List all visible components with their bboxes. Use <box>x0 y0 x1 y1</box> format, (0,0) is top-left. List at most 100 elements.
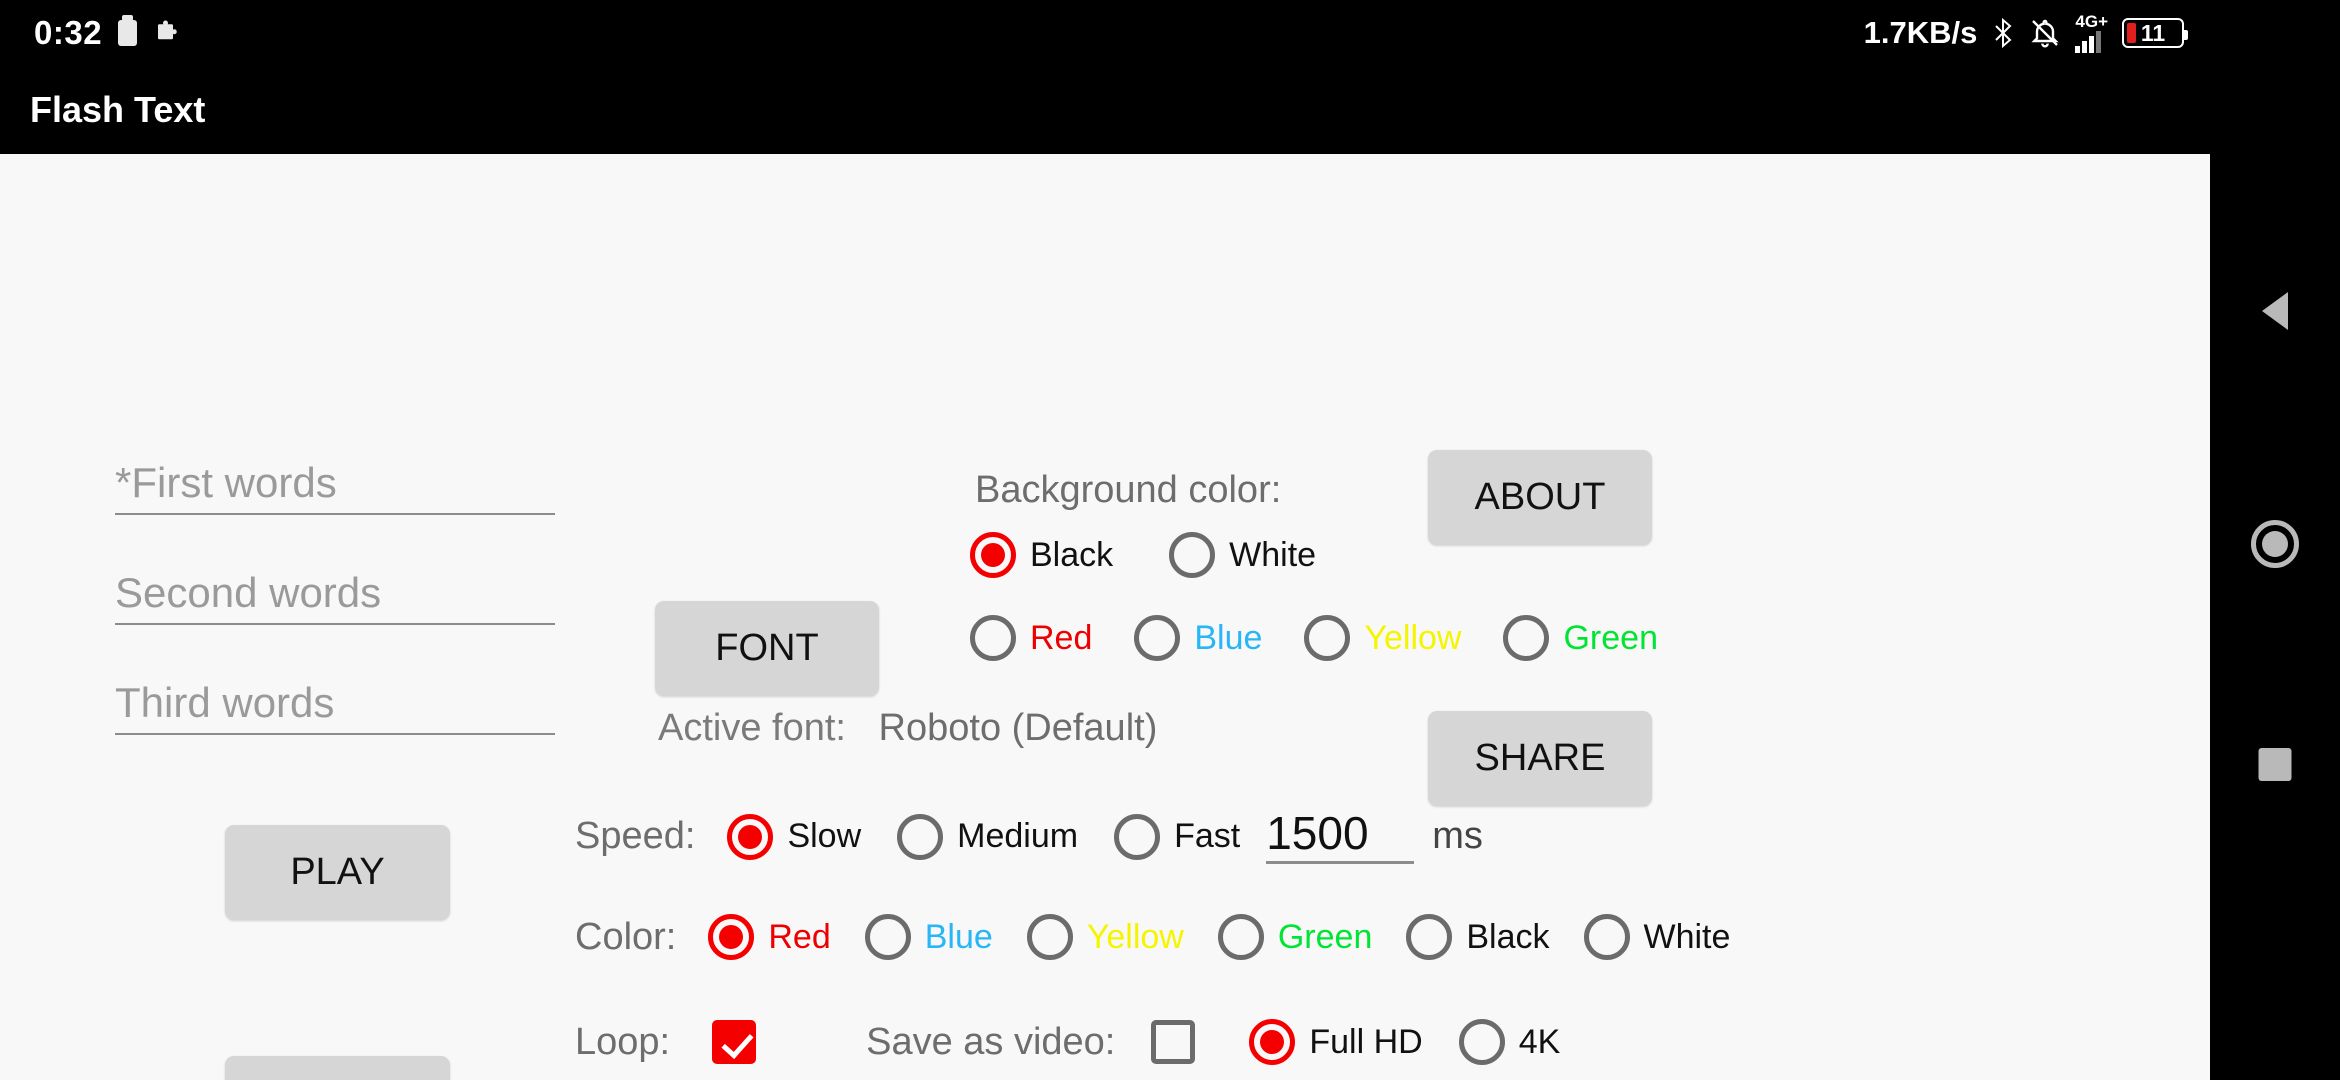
text-color-option-black[interactable]: Black <box>1406 914 1550 960</box>
reset-button[interactable]: RESET <box>225 1056 450 1080</box>
text-color-option-blue-label: Blue <box>924 917 993 956</box>
text-color-row: Color: Red Blue Yellow Green Black White <box>575 914 1730 960</box>
bg-option-red[interactable]: Red <box>970 615 1092 661</box>
about-button[interactable]: ABOUT <box>1428 450 1652 545</box>
speed-option-fast-label: Fast <box>1174 817 1241 856</box>
status-clock: 0:32 <box>34 14 103 51</box>
play-button[interactable]: PLAY <box>225 825 450 920</box>
radio-color-green[interactable] <box>1217 914 1264 960</box>
speed-value-input[interactable]: 1500 <box>1266 807 1415 865</box>
speed-label: Speed: <box>575 815 696 858</box>
save-as-video-checkbox[interactable] <box>1151 1020 1196 1064</box>
quality-option-4k[interactable]: 4K <box>1458 1019 1561 1065</box>
puzzle-icon <box>153 18 183 48</box>
radio-bg-white[interactable] <box>1169 532 1216 578</box>
third-words-input[interactable]: Third words <box>115 679 555 736</box>
app-title: Flash Text <box>30 89 206 130</box>
bg-option-white-label: White <box>1229 535 1317 574</box>
input-underline <box>115 733 555 736</box>
radio-color-red[interactable] <box>708 914 755 960</box>
radio-quality-fullhd[interactable] <box>1249 1019 1296 1065</box>
bg-option-green-label: Green <box>1563 618 1658 657</box>
radio-color-yellow[interactable] <box>1026 914 1073 960</box>
font-button[interactable]: FONT <box>655 601 879 696</box>
speed-value: 1500 <box>1266 807 1369 859</box>
bg-option-black-label: Black <box>1030 535 1114 574</box>
speed-option-fast[interactable]: Fast <box>1114 813 1241 860</box>
radio-bg-blue[interactable] <box>1134 615 1181 661</box>
speed-row: Speed: Slow Medium Fast 1500 ms <box>575 807 1483 865</box>
app-bar: Flash Text <box>0 66 2210 154</box>
input-underline <box>1266 861 1415 865</box>
text-color-option-red[interactable]: Red <box>708 914 831 960</box>
background-color-row-1: Black White <box>970 532 1316 578</box>
second-words-input[interactable]: Second words <box>115 569 555 626</box>
notifications-off-icon <box>2029 17 2061 49</box>
save-as-video-label: Save as video: <box>866 1020 1116 1063</box>
network-type: 4G+ <box>2075 12 2108 31</box>
text-color-option-green-label: Green <box>1277 917 1373 956</box>
loop-checkbox[interactable] <box>712 1020 757 1064</box>
network-speed: 1.7KB/s <box>1863 15 1978 50</box>
text-color-option-white-label: White <box>1643 917 1731 956</box>
third-words-placeholder: Third words <box>115 679 335 726</box>
text-color-option-green[interactable]: Green <box>1217 914 1373 960</box>
radio-color-black[interactable] <box>1406 914 1453 960</box>
radio-speed-slow[interactable] <box>727 813 774 860</box>
radio-color-blue[interactable] <box>864 914 911 960</box>
status-bar-right: 1.7KB/s 4G+ 11 <box>1864 13 2210 53</box>
text-color-option-blue[interactable]: Blue <box>864 914 993 960</box>
text-color-option-red-label: Red <box>768 917 831 956</box>
second-words-placeholder: Second words <box>115 569 382 616</box>
status-bar: 0:32 1.7KB/s 4G+ 11 <box>0 0 2210 66</box>
radio-color-white[interactable] <box>1583 914 1630 960</box>
radio-speed-medium[interactable] <box>897 813 944 860</box>
clipboard-icon <box>118 15 138 46</box>
active-font-label: Active font: <box>658 707 846 749</box>
first-words-placeholder: *First words <box>115 459 337 506</box>
bg-option-blue-label: Blue <box>1194 618 1263 657</box>
battery-icon: 11 <box>2122 18 2188 48</box>
speed-option-medium[interactable]: Medium <box>897 813 1078 860</box>
input-underline <box>115 623 555 626</box>
text-color-option-black-label: Black <box>1466 917 1550 956</box>
radio-bg-yellow[interactable] <box>1304 615 1351 661</box>
active-font-value: Roboto (Default) <box>878 707 1158 749</box>
speed-unit: ms <box>1432 815 1483 858</box>
text-color-label: Color: <box>575 915 677 958</box>
quality-option-fullhd-label: Full HD <box>1309 1022 1423 1061</box>
share-button[interactable]: SHARE <box>1428 711 1652 806</box>
app-content: *First words Second words Third words PL… <box>0 154 2210 1080</box>
text-color-option-yellow[interactable]: Yellow <box>1026 914 1184 960</box>
text-color-option-yellow-label: Yellow <box>1086 917 1184 956</box>
speed-option-slow-label: Slow <box>787 817 862 856</box>
radio-speed-fast[interactable] <box>1114 813 1161 860</box>
background-color-label: Background color: <box>975 469 1282 511</box>
radio-bg-black[interactable] <box>970 532 1016 578</box>
radio-bg-green[interactable] <box>1503 615 1550 661</box>
active-font-row: Active font: Roboto (Default) <box>658 707 1157 750</box>
bg-option-red-label: Red <box>1030 618 1093 657</box>
navigation-bar <box>2210 0 2340 1080</box>
bluetooth-icon <box>1991 17 2015 49</box>
loop-label: Loop: <box>575 1020 671 1063</box>
text-color-option-white[interactable]: White <box>1583 914 1731 960</box>
quality-option-4k-label: 4K <box>1518 1022 1561 1061</box>
recents-icon[interactable] <box>2258 748 2292 781</box>
radio-bg-red[interactable] <box>970 615 1016 661</box>
bg-option-white[interactable]: White <box>1169 532 1316 578</box>
home-icon[interactable] <box>2251 520 2299 568</box>
battery-level: 11 <box>2140 20 2166 46</box>
background-color-row-2: Red Blue Yellow Green <box>970 615 1658 661</box>
quality-option-fullhd[interactable]: Full HD <box>1249 1019 1423 1065</box>
speed-option-slow[interactable]: Slow <box>727 813 862 860</box>
bg-option-yellow[interactable]: Yellow <box>1304 615 1461 661</box>
back-icon[interactable] <box>2262 292 2288 330</box>
first-words-input[interactable]: *First words <box>115 459 555 516</box>
signal-bars <box>2075 31 2102 53</box>
bg-option-green[interactable]: Green <box>1503 615 1658 661</box>
status-bar-left: 0:32 <box>0 14 183 52</box>
radio-quality-4k[interactable] <box>1458 1019 1505 1065</box>
bg-option-blue[interactable]: Blue <box>1134 615 1262 661</box>
bg-option-black[interactable]: Black <box>970 532 1113 578</box>
